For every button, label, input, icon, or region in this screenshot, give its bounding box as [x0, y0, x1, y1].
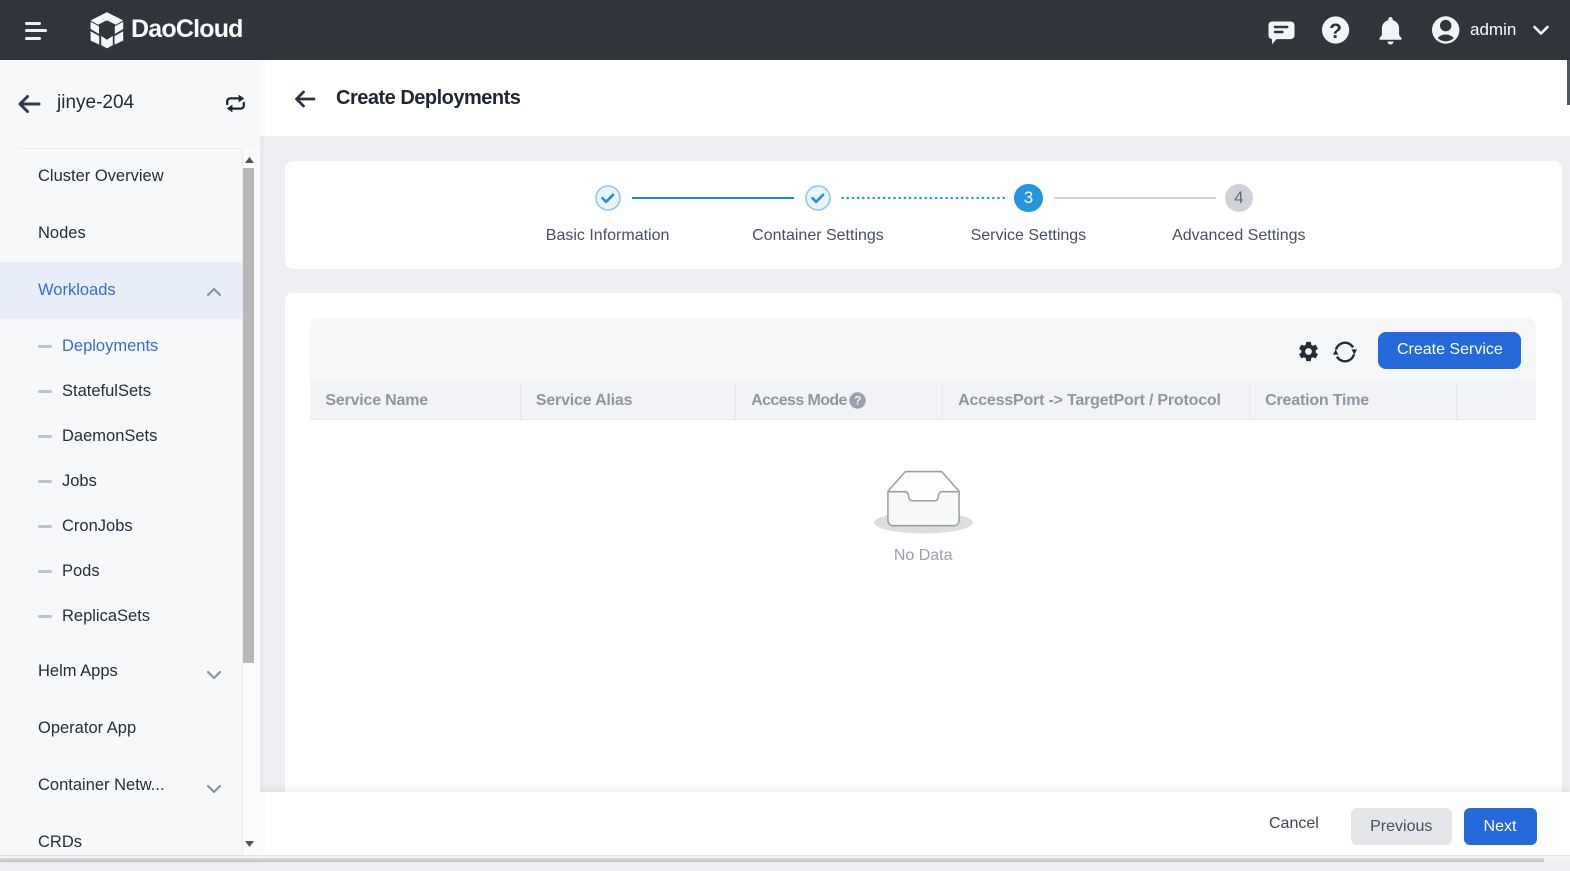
svg-text:?: ?	[1329, 20, 1342, 43]
svg-text:?: ?	[854, 393, 861, 407]
